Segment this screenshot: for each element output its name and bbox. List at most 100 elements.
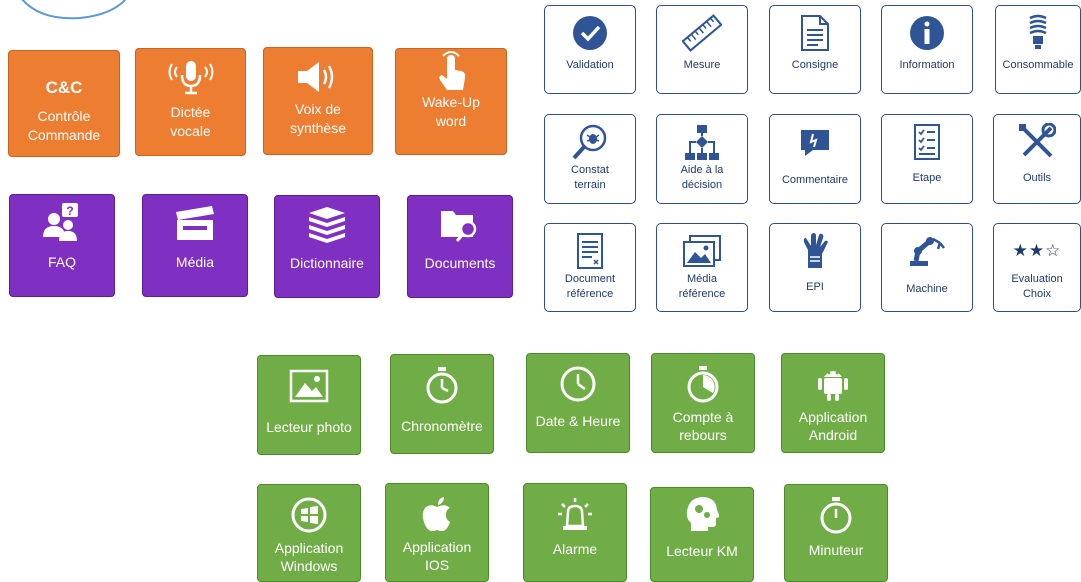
faq-people-icon: ? <box>40 203 84 241</box>
documents-label: Documents <box>424 255 496 271</box>
voix-synthese-tile[interactable]: Voix de synthèse <box>263 47 373 155</box>
stars-icon: ★★☆ <box>1012 241 1062 260</box>
faq-label: FAQ <box>47 254 76 270</box>
document-reference-tile[interactable]: Document référence <box>544 223 636 312</box>
mesure-label: Mesure <box>683 59 721 71</box>
folder-search-icon <box>439 206 481 242</box>
application-windows-label: Application Windows <box>274 540 344 574</box>
etape-tile[interactable]: Etape <box>881 114 973 204</box>
media-reference-label: Média référence <box>678 273 726 300</box>
application-ios-tile[interactable]: Application IOS <box>385 483 489 582</box>
photo-icon <box>289 368 329 404</box>
tools-icon <box>1018 123 1056 161</box>
chronometre-label: Chronomètre <box>401 418 483 434</box>
head-gears-icon <box>685 496 719 532</box>
windows-icon <box>290 497 328 533</box>
epi-label: EPI <box>806 281 824 293</box>
mesure-tile[interactable]: Mesure <box>656 5 748 94</box>
books-icon <box>305 206 349 243</box>
dictee-vocale-tile[interactable]: Dictée vocale <box>135 48 246 156</box>
glove-icon <box>800 232 830 270</box>
android-icon <box>816 366 850 402</box>
commentaire-label: Commentaire <box>781 174 849 186</box>
check-circle-icon <box>572 14 608 52</box>
documents-tile[interactable]: Documents <box>407 195 513 298</box>
consigne-label: Consigne <box>791 59 839 71</box>
robot-arm-icon <box>908 232 946 270</box>
outils-label: Outils <box>1022 172 1052 184</box>
lecteur-km-tile[interactable]: Lecteur KM <box>650 487 754 582</box>
date-heure-label: Date & Heure <box>535 413 621 429</box>
consigne-tile[interactable]: Consigne <box>769 5 861 94</box>
apple-icon <box>421 496 453 532</box>
decorative-arc <box>21 0 127 20</box>
wake-label: Wake-Up word <box>422 94 480 129</box>
media-reference-tile[interactable]: Média référence <box>656 223 748 312</box>
cc-title: C&C <box>45 78 83 97</box>
stopwatch-icon <box>423 367 461 404</box>
commentaire-tile[interactable]: Commentaire <box>769 114 861 204</box>
clock-icon <box>559 366 597 402</box>
date-heure-tile[interactable]: Date & Heure <box>526 353 630 453</box>
outils-tile[interactable]: Outils <box>993 114 1081 204</box>
application-windows-tile[interactable]: Application Windows <box>257 484 361 582</box>
etape-label: Etape <box>912 172 942 184</box>
application-android-tile[interactable]: Application Android <box>781 353 885 453</box>
faq-tile[interactable]: ? FAQ <box>9 194 115 297</box>
minuteur-label: Minuteur <box>808 542 864 558</box>
chronometre-tile[interactable]: Chronomètre <box>390 354 494 454</box>
information-label: Information <box>899 59 955 71</box>
consommable-tile[interactable]: Consommable <box>995 5 1081 94</box>
lecteur-photo-tile[interactable]: Lecteur photo <box>257 355 361 455</box>
aide-decision-tile[interactable]: Aide à la décision <box>656 114 748 204</box>
machine-label: Machine <box>906 283 948 295</box>
aide-label: Aide à la décision <box>680 164 724 191</box>
validation-tile[interactable]: Validation <box>544 5 636 94</box>
information-tile[interactable]: Information <box>881 5 973 94</box>
alarme-tile[interactable]: Alarme <box>523 483 627 582</box>
speaker-icon <box>294 60 342 94</box>
touch-hand-icon <box>431 51 471 90</box>
evaluation-choix-tile[interactable]: ★★☆ Evaluation Choix <box>993 223 1081 312</box>
ruler-icon <box>682 14 722 52</box>
application-android-label: Application Android <box>798 409 868 443</box>
compte-rebours-tile[interactable]: Compte à rebours <box>651 353 755 453</box>
cc-label: Contrôle Commande <box>27 108 101 143</box>
cc-tile[interactable]: C&C Contrôle Commande <box>8 50 120 157</box>
compte-rebours-label: Compte à rebours <box>672 409 734 443</box>
evaluation-label: Evaluation Choix <box>1011 273 1063 300</box>
images-icon <box>682 232 722 270</box>
document-reference-icon <box>576 232 604 270</box>
document-reference-label: Document référence <box>564 273 616 300</box>
clapperboard-icon <box>174 205 216 241</box>
media-label: Média <box>175 254 215 270</box>
voix-label: Voix de synthèse <box>289 101 347 136</box>
lecteur-photo-label: Lecteur photo <box>266 419 352 435</box>
document-icon <box>800 14 830 52</box>
minuteur-tile[interactable]: Minuteur <box>784 484 888 582</box>
dictee-label: Dictée vocale <box>170 104 211 139</box>
consommable-label: Consommable <box>1002 59 1074 71</box>
checklist-icon <box>913 123 941 161</box>
media-tile[interactable]: Média <box>142 194 248 297</box>
comment-icon <box>799 123 831 161</box>
constat-label: Constat terrain <box>571 164 609 191</box>
light-bulb-icon <box>1027 14 1049 52</box>
alarme-label: Alarme <box>552 541 598 557</box>
dictionnaire-tile[interactable]: Dictionnaire <box>274 195 380 298</box>
microphone-icon <box>168 61 214 95</box>
application-ios-label: Application IOS <box>402 539 472 573</box>
alarm-light-icon <box>556 496 594 532</box>
constat-terrain-tile[interactable]: Constat terrain <box>544 114 636 204</box>
minuteur-stopwatch-icon <box>817 497 855 534</box>
wake-up-word-tile[interactable]: Wake-Up word <box>395 48 507 155</box>
validation-label: Validation <box>566 59 614 71</box>
bug-magnifier-icon <box>571 123 609 161</box>
epi-tile[interactable]: EPI <box>769 223 861 312</box>
lecteur-km-label: Lecteur KM <box>666 543 738 559</box>
machine-tile[interactable]: Machine <box>881 223 973 312</box>
info-icon <box>909 14 945 52</box>
svg-text:?: ? <box>66 204 73 218</box>
flowchart-icon <box>684 123 720 161</box>
timer-icon <box>684 366 722 403</box>
